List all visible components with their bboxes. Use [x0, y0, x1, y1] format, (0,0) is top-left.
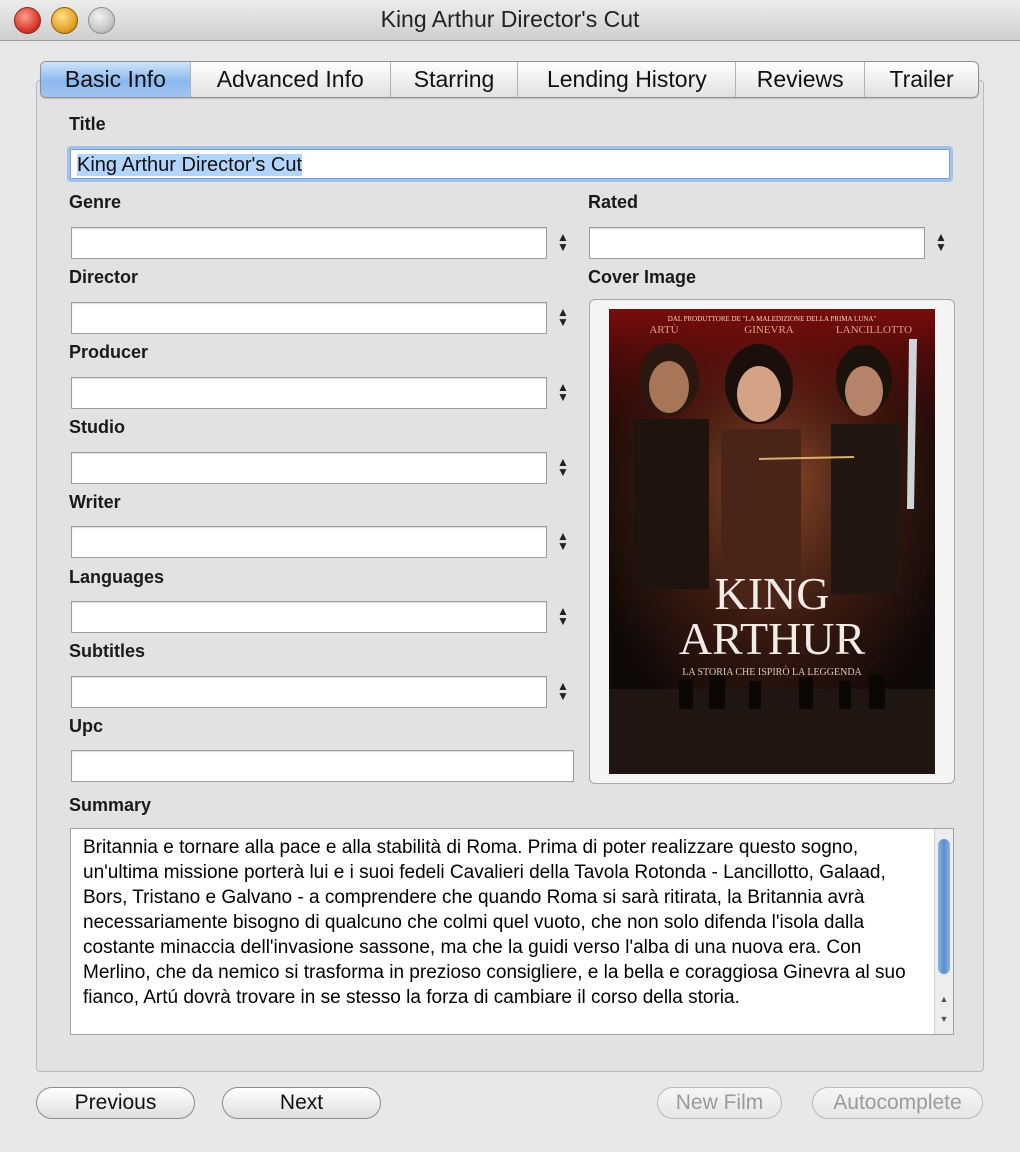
genre-stepper-icon[interactable]: ▲ ▼ — [557, 231, 569, 254]
summary-scrollbar[interactable]: ▲ ▼ — [934, 829, 953, 1034]
tab-reviews[interactable]: Reviews — [736, 62, 866, 97]
poster-title-line2: ARTHUR — [679, 613, 866, 664]
summary-label: Summary — [69, 795, 152, 815]
upc-input[interactable] — [71, 750, 574, 782]
tab-advanced-info[interactable]: Advanced Info — [191, 62, 391, 97]
writer-stepper-icon[interactable]: ▲ ▼ — [557, 530, 569, 553]
window-title: King Arthur Director's Cut — [380, 6, 640, 32]
poster-cast-3: LANCILLOTTO — [836, 324, 912, 336]
genre-label: Genre — [69, 192, 122, 212]
rated-combobox[interactable] — [589, 227, 925, 259]
upc-label: Upc — [69, 716, 104, 736]
tab-bar: Basic Info Advanced Info Starring Lendin… — [40, 61, 979, 98]
tab-trailer[interactable]: Trailer — [865, 62, 978, 97]
title-bar: King Arthur Director's Cut — [0, 0, 1020, 41]
poster-title-line1: KING — [715, 568, 830, 619]
cover-image-label: Cover Image — [588, 267, 697, 287]
summary-scroll-thumb[interactable] — [938, 839, 950, 974]
director-combobox[interactable] — [71, 302, 547, 334]
title-input[interactable]: King Arthur Director's Cut — [67, 146, 953, 182]
producer-label: Producer — [69, 342, 149, 362]
subtitles-combobox[interactable] — [71, 676, 547, 708]
summary-text: Britannia e tornare alla pace e alla sta… — [83, 837, 906, 1008]
summary-textarea[interactable]: Britannia e tornare alla pace e alla sta… — [70, 828, 954, 1035]
subtitles-stepper-icon[interactable]: ▲ ▼ — [557, 680, 569, 703]
director-label: Director — [69, 267, 139, 287]
poster-subtitle: LA STORIA CHE ISPIRÒ LA LEGGENDA — [682, 666, 862, 678]
studio-combobox[interactable] — [71, 452, 547, 484]
producer-stepper-icon[interactable]: ▲ ▼ — [557, 381, 569, 404]
tab-lending-history[interactable]: Lending History — [518, 62, 737, 97]
languages-stepper-icon[interactable]: ▲ ▼ — [557, 605, 569, 628]
title-label: Title — [69, 114, 106, 134]
director-stepper-icon[interactable]: ▲ ▼ — [557, 306, 569, 329]
tab-basic-info[interactable]: Basic Info — [41, 62, 191, 97]
genre-combobox[interactable] — [71, 227, 547, 259]
studio-label: Studio — [69, 417, 125, 437]
poster-cast-2: GINEVRA — [744, 324, 794, 336]
title-input-value: King Arthur Director's Cut — [77, 154, 303, 176]
poster-tagline-top: DAL PRODUTTORE DE "LA MALEDIZIONE DELLA … — [668, 315, 877, 323]
languages-label: Languages — [69, 567, 165, 587]
scroll-down-arrow-icon[interactable]: ▼ — [938, 1014, 950, 1024]
writer-label: Writer — [69, 492, 121, 512]
tab-starring[interactable]: Starring — [391, 62, 519, 97]
previous-button[interactable]: Previous — [36, 1087, 195, 1119]
studio-stepper-icon[interactable]: ▲ ▼ — [557, 456, 569, 479]
rated-label: Rated — [588, 192, 639, 212]
poster-artwork: DAL PRODUTTORE DE "LA MALEDIZIONE DELLA … — [609, 309, 935, 774]
poster-cast-1: ARTÙ — [649, 324, 678, 336]
new-film-button[interactable]: New Film — [657, 1087, 782, 1119]
subtitles-label: Subtitles — [69, 641, 146, 661]
rated-stepper-icon[interactable]: ▲ ▼ — [935, 231, 947, 254]
writer-combobox[interactable] — [71, 526, 547, 558]
cover-image-poster: DAL PRODUTTORE DE "LA MALEDIZIONE DELLA … — [609, 309, 935, 774]
producer-combobox[interactable] — [71, 377, 547, 409]
languages-combobox[interactable] — [71, 601, 547, 633]
scroll-up-arrow-icon[interactable]: ▲ — [938, 994, 950, 1004]
autocomplete-button[interactable]: Autocomplete — [812, 1087, 983, 1119]
next-button[interactable]: Next — [222, 1087, 381, 1119]
